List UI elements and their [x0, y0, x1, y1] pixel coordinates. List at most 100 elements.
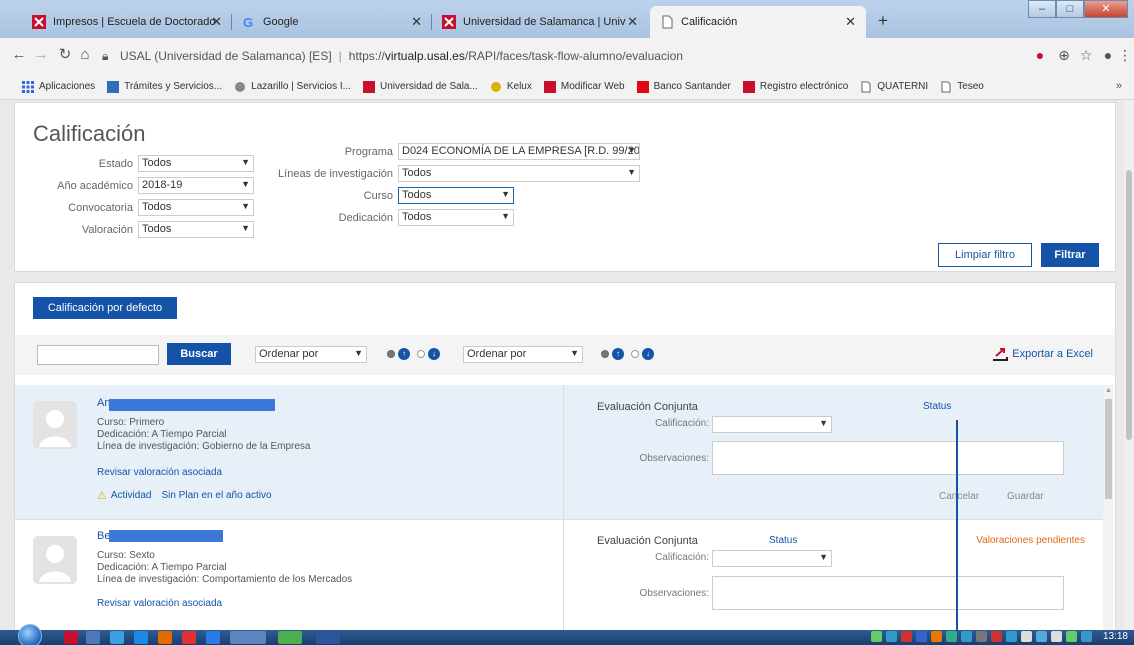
- page-scrollbar[interactable]: [1124, 100, 1134, 630]
- exportar-excel-link[interactable]: Exportar a Excel: [992, 347, 1093, 361]
- bookmark-lazarillo[interactable]: Lazarillo | Servicios I...: [234, 81, 351, 93]
- cancelar-button[interactable]: Cancelar: [939, 491, 979, 502]
- tray-icon[interactable]: [991, 631, 1002, 642]
- bookmark-santander[interactable]: Banco Santander: [636, 80, 731, 93]
- bookmark-quaterni[interactable]: QUATERNI: [860, 81, 928, 93]
- scrollbar-thumb[interactable]: [1105, 399, 1112, 499]
- tab-close-icon[interactable]: ✕: [211, 14, 222, 30]
- zoom-icon[interactable]: ⊕: [1056, 47, 1072, 63]
- bookmark-tramites[interactable]: Trámites y Servicios...: [107, 80, 222, 93]
- taskbar-clock[interactable]: 13:18: [1103, 631, 1128, 642]
- bookmark-star-icon[interactable]: ☆: [1078, 47, 1094, 63]
- sort-asc-radio-2[interactable]: ↑: [601, 348, 630, 360]
- tray-icon[interactable]: [1006, 631, 1017, 642]
- scrollbar-thumb[interactable]: [1126, 170, 1132, 440]
- scroll-up-icon[interactable]: ▲: [1105, 387, 1112, 394]
- extension-icon[interactable]: ●: [1032, 47, 1048, 63]
- tab-close-icon[interactable]: ✕: [411, 14, 422, 30]
- tray-icon[interactable]: [946, 631, 957, 642]
- ie-icon[interactable]: [134, 631, 148, 644]
- tray-icon[interactable]: [886, 631, 897, 642]
- word-icon[interactable]: [316, 631, 340, 644]
- select-value: Ordenar por: [467, 348, 527, 360]
- sort-asc-radio-1[interactable]: ↑: [387, 348, 416, 360]
- tray-icon[interactable]: [931, 631, 942, 642]
- observaciones-textarea[interactable]: [712, 441, 1064, 475]
- tray-icon[interactable]: [871, 631, 882, 642]
- buscar-button[interactable]: Buscar: [167, 343, 231, 365]
- dedicacion-select[interactable]: Todos ▼: [398, 209, 514, 226]
- app-icon[interactable]: [110, 631, 124, 644]
- actividad-link[interactable]: Actividad: [111, 490, 152, 501]
- valoraciones-pendientes-link[interactable]: Valoraciones pendientes: [976, 535, 1085, 546]
- sort-desc-radio-1[interactable]: ↓: [417, 348, 446, 360]
- filtrar-button[interactable]: Filtrar: [1041, 243, 1099, 267]
- app-icon[interactable]: [158, 631, 172, 644]
- network-icon[interactable]: [1036, 631, 1047, 642]
- app-icon[interactable]: [206, 631, 220, 644]
- app-icon[interactable]: [182, 631, 196, 644]
- valoracion-select[interactable]: Todos ▼: [138, 221, 254, 238]
- programa-select[interactable]: D024 ECONOMÍA DE LA EMPRESA [R.D. 99/201…: [398, 143, 640, 160]
- reload-icon[interactable]: ↻: [56, 46, 74, 64]
- records-scrollbar[interactable]: ▲: [1103, 385, 1113, 630]
- bookmark-aplicaciones[interactable]: Aplicaciones: [22, 80, 95, 93]
- app-icon[interactable]: [64, 631, 78, 644]
- actividad-warning[interactable]: ⚠ Actividad Sin Plan en el año activo: [97, 489, 272, 502]
- bookmark-kelux[interactable]: Kelux: [490, 81, 532, 93]
- app-icon[interactable]: [86, 631, 100, 644]
- bookmark-modificar-web[interactable]: Modificar Web: [543, 80, 625, 93]
- tray-icon[interactable]: [1081, 631, 1092, 642]
- window-close-icon[interactable]: ✕: [1084, 0, 1128, 18]
- sort-desc-radio-2[interactable]: ↓: [631, 348, 660, 360]
- status-link[interactable]: Status: [923, 401, 951, 412]
- bookmark-universidad[interactable]: Universidad de Sala...: [363, 80, 478, 93]
- bookmark-registro[interactable]: Registro electrónico: [742, 80, 848, 93]
- calificacion-por-defecto-button[interactable]: Calificación por defecto: [33, 297, 177, 319]
- back-icon[interactable]: ←: [10, 46, 28, 64]
- tab-close-icon[interactable]: ✕: [845, 14, 856, 30]
- ordenar-select-1[interactable]: Ordenar por ▼: [255, 346, 367, 363]
- maximize-icon[interactable]: □: [1056, 0, 1084, 18]
- convocatoria-select[interactable]: Todos ▼: [138, 199, 254, 216]
- home-icon[interactable]: ⌂: [76, 46, 94, 64]
- forward-icon[interactable]: →: [32, 46, 50, 64]
- start-button-icon[interactable]: [18, 624, 42, 645]
- estado-select[interactable]: Todos ▼: [138, 155, 254, 172]
- guardar-button[interactable]: Guardar: [1007, 491, 1044, 502]
- revisar-valoracion-link[interactable]: Revisar valoración asociada: [97, 598, 222, 609]
- flag-icon[interactable]: [1021, 631, 1032, 642]
- revisar-valoracion-link[interactable]: Revisar valoración asociada: [97, 467, 222, 478]
- tab-usal[interactable]: Universidad de Salamanca | Univ ✕: [432, 6, 648, 38]
- address-bar[interactable]: 🔒︎ USAL (Universidad de Salamanca) [ES] …: [102, 44, 1002, 68]
- profile-icon[interactable]: ●: [1100, 47, 1116, 63]
- tab-close-icon[interactable]: ✕: [627, 14, 638, 30]
- new-tab-button[interactable]: +: [872, 12, 894, 32]
- tab-calificacion[interactable]: Calificación ✕: [650, 6, 866, 38]
- tab-google[interactable]: G Google ✕: [232, 6, 432, 38]
- calificacion-select[interactable]: ▼: [712, 550, 832, 567]
- tray-icon[interactable]: [961, 631, 972, 642]
- calificacion-select[interactable]: ▼: [712, 416, 832, 433]
- menu-icon[interactable]: ⋮: [1118, 47, 1132, 63]
- observaciones-textarea[interactable]: [712, 576, 1064, 610]
- bookmarks-more-icon[interactable]: »: [1116, 80, 1122, 92]
- outlook-icon[interactable]: [230, 631, 266, 644]
- volume-icon[interactable]: [1051, 631, 1062, 642]
- chrome-icon[interactable]: [278, 631, 302, 644]
- ordenar-select-2[interactable]: Ordenar por ▼: [463, 346, 583, 363]
- search-input[interactable]: [37, 345, 159, 365]
- export-label: Exportar a Excel: [1012, 348, 1093, 360]
- bookmark-teseo[interactable]: Teseo: [940, 81, 984, 93]
- anio-select[interactable]: 2018-19 ▼: [138, 177, 254, 194]
- tab-impresos[interactable]: Impresos | Escuela de Doctorado ✕: [22, 6, 232, 38]
- tray-icon[interactable]: [976, 631, 987, 642]
- status-link[interactable]: Status: [769, 535, 797, 546]
- curso-select[interactable]: Todos ▼: [398, 187, 514, 204]
- minimize-icon[interactable]: –: [1028, 0, 1056, 18]
- limpiar-filtro-button[interactable]: Limpiar filtro: [938, 243, 1032, 267]
- lineas-select[interactable]: Todos ▼: [398, 165, 640, 182]
- tray-icon[interactable]: [1066, 631, 1077, 642]
- tray-icon[interactable]: [901, 631, 912, 642]
- tray-icon[interactable]: [916, 631, 927, 642]
